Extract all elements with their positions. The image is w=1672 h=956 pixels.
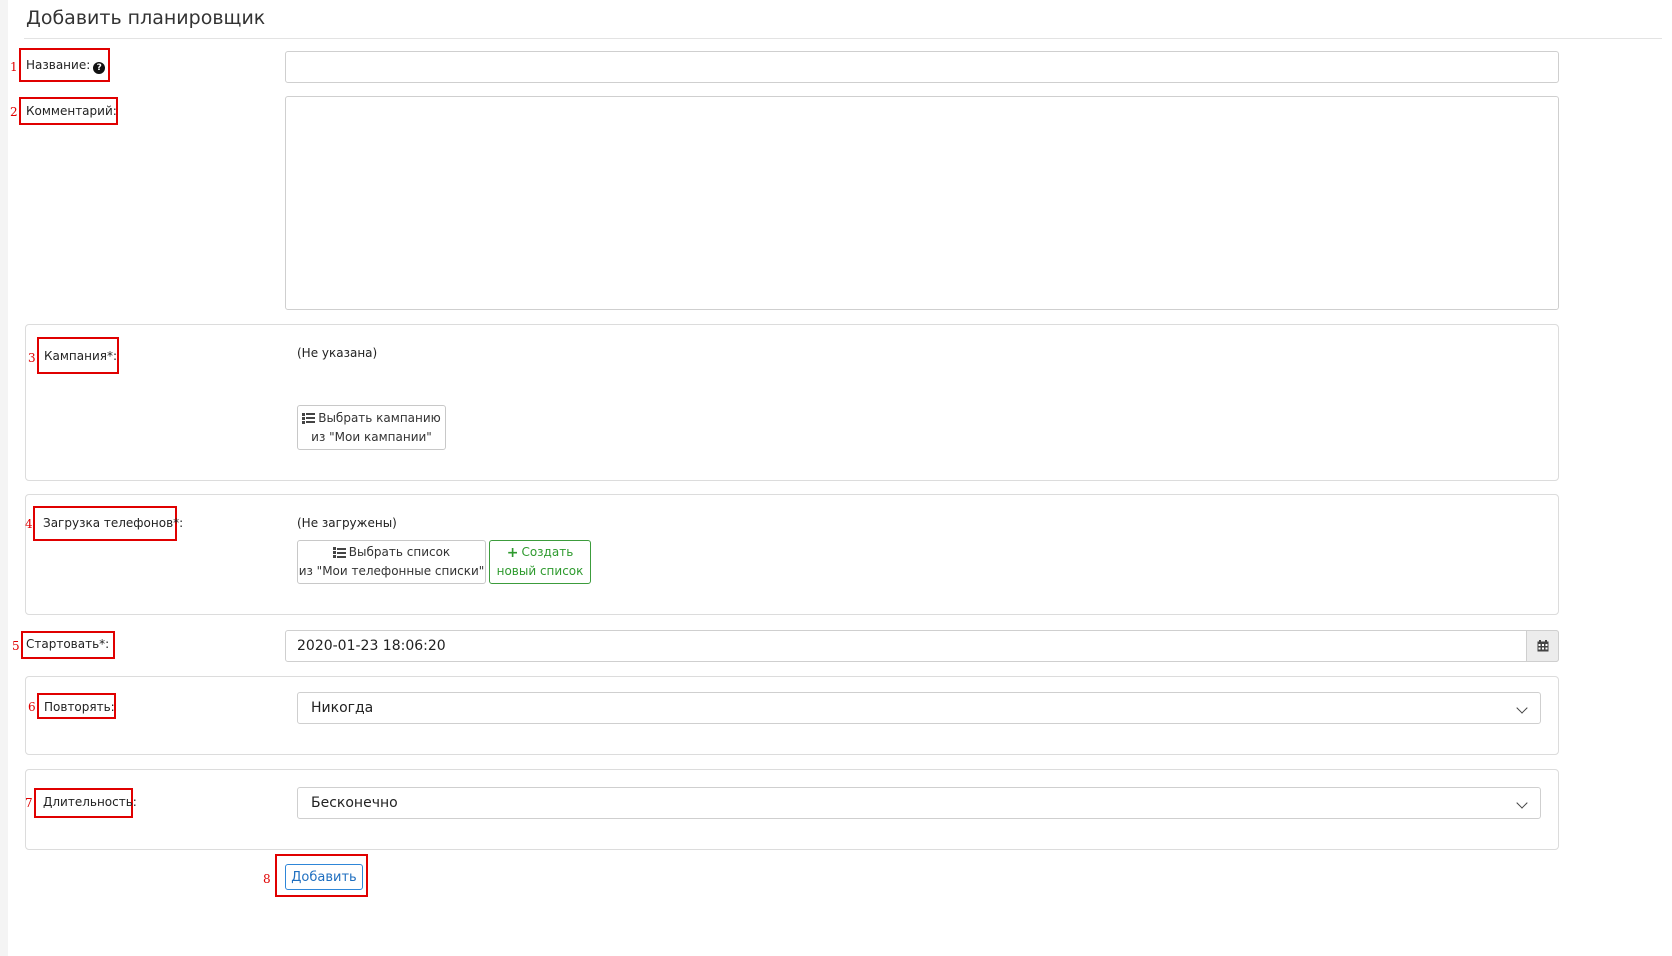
annotation-number: 6 — [28, 700, 36, 714]
question-circle-icon[interactable]: ? — [93, 62, 106, 74]
name-label-text: Название: — [26, 58, 91, 72]
start-datetime-value: 2020-01-23 18:06:20 — [297, 638, 446, 654]
list-icon — [302, 412, 316, 424]
campaign-group — [25, 324, 1559, 481]
phones-label: Загрузка телефонов*: — [43, 516, 184, 530]
create-list-button[interactable]: + Создать новый список — [489, 540, 591, 584]
name-label: Название:? — [26, 58, 106, 74]
comment-textarea[interactable] — [285, 96, 1559, 310]
annotation-number: 5 — [12, 639, 20, 653]
page-title: Добавить планировщик — [26, 7, 266, 29]
chevron-down-icon — [1516, 702, 1528, 714]
duration-label: Длительность: — [43, 795, 137, 809]
annotation-number: 7 — [25, 796, 33, 810]
annotation-number: 4 — [25, 517, 33, 531]
phones-group — [25, 494, 1559, 615]
plus-icon: + — [506, 544, 519, 561]
left-edge — [0, 0, 8, 956]
duration-select-value: Бесконечно — [311, 795, 398, 811]
repeat-select-value: Никогда — [311, 700, 374, 716]
select-phone-list-line1: Выбрать список — [348, 545, 451, 559]
annotation-number: 3 — [28, 351, 36, 365]
start-datetime-input[interactable]: 2020-01-23 18:06:20 — [285, 630, 1559, 662]
repeat-select[interactable]: Никогда — [297, 692, 1541, 724]
list-icon — [332, 547, 346, 558]
select-campaign-line2: из "Мои кампании" — [311, 429, 432, 444]
annotation-number: 2 — [10, 105, 18, 119]
select-campaign-button[interactable]: Выбрать кампанию из "Мои кампании" — [297, 405, 446, 450]
annotation-number: 8 — [263, 872, 271, 886]
select-phone-list-line2: из "Мои телефонные списки" — [298, 564, 485, 578]
select-campaign-line1: Выбрать кампанию — [318, 410, 441, 425]
start-label: Стартовать*: — [26, 637, 110, 651]
campaign-label: Кампания*: — [44, 349, 118, 363]
title-divider — [24, 38, 1662, 39]
name-input[interactable] — [285, 51, 1559, 83]
campaign-status: (Не указана) — [297, 346, 378, 360]
comment-label: Комментарий: — [26, 104, 117, 118]
calendar-icon — [1537, 640, 1548, 652]
calendar-button[interactable] — [1526, 630, 1559, 662]
add-button[interactable]: Добавить — [285, 864, 363, 890]
repeat-label: Повторять: — [44, 700, 115, 714]
annotation-number: 1 — [10, 60, 18, 74]
create-list-line2: новый список — [496, 564, 584, 578]
duration-select[interactable]: Бесконечно — [297, 787, 1541, 819]
create-list-line1: Создать — [521, 545, 574, 559]
chevron-down-icon — [1516, 797, 1528, 809]
phones-status: (Не загружены) — [297, 516, 397, 530]
select-phone-list-button[interactable]: Выбрать список из "Мои телефонные списки… — [297, 540, 486, 584]
